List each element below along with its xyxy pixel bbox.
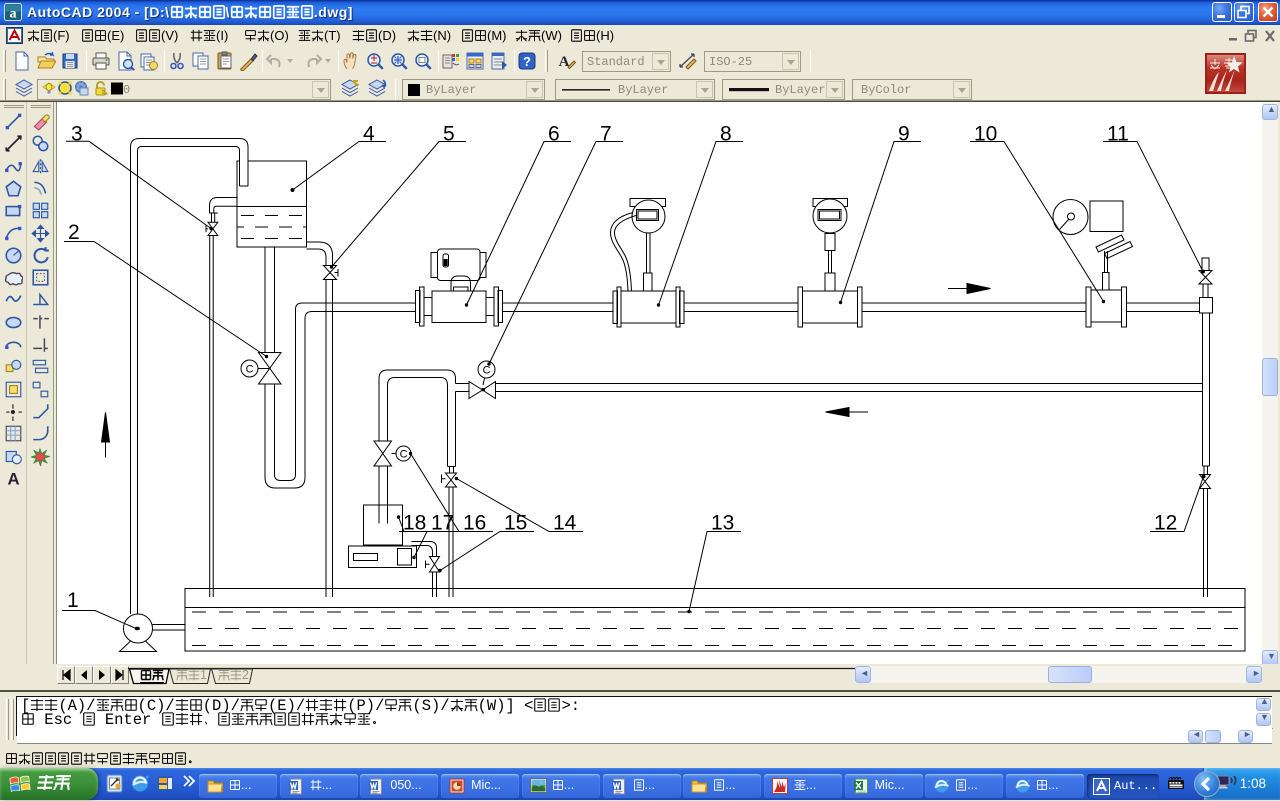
svg-text:1: 1: [67, 589, 79, 612]
svg-text:4: 4: [363, 123, 375, 146]
svg-text:14: 14: [553, 512, 577, 535]
svg-text:10: 10: [974, 123, 997, 146]
svg-text:13: 13: [711, 512, 734, 535]
svg-text:A: A: [7, 469, 19, 487]
svg-text:6: 6: [548, 123, 560, 146]
svg-text:C: C: [483, 365, 491, 377]
svg-text:7: 7: [600, 123, 612, 146]
svg-text:8: 8: [720, 123, 732, 146]
svg-text:C: C: [400, 449, 408, 461]
svg-text:11: 11: [1107, 123, 1129, 146]
svg-text:16: 16: [463, 512, 486, 535]
svg-text:3: 3: [71, 123, 83, 146]
svg-text:12: 12: [1154, 512, 1177, 535]
svg-text:5: 5: [443, 123, 455, 146]
svg-text:9: 9: [898, 123, 910, 146]
svg-text:15: 15: [504, 512, 527, 535]
svg-text:C: C: [246, 364, 254, 376]
svg-text:17: 17: [431, 512, 454, 535]
svg-text:18: 18: [403, 512, 426, 535]
svg-text:?: ?: [523, 54, 531, 69]
svg-text:2: 2: [68, 221, 80, 244]
svg-text:a: a: [10, 7, 17, 22]
